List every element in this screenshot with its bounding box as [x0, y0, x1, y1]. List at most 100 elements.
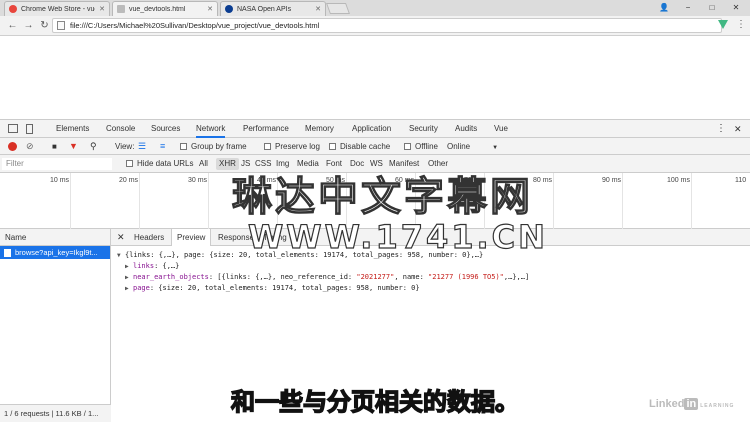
tab-memory[interactable]: Memory	[305, 120, 334, 138]
browser-tab-vue-devtools[interactable]: vue_devtools.html ✕	[112, 1, 218, 16]
checkbox[interactable]	[180, 143, 187, 151]
new-tab-button[interactable]	[325, 3, 351, 14]
brand-learning: LEARNING	[700, 403, 735, 409]
network-toolbar: ⊘ ■ ▼ ⚲ View: ☰ ≡ Group by frame Preserv…	[0, 138, 750, 155]
devtools-tab-bar: Elements Console Sources Network Perform…	[0, 119, 750, 138]
timeline-gridline	[622, 173, 623, 229]
forward-button[interactable]: →	[22, 19, 35, 32]
tab-application[interactable]: Application	[352, 120, 391, 138]
tab-label: vue_devtools.html	[129, 5, 186, 13]
close-icon[interactable]: ✕	[315, 5, 321, 13]
tab-network[interactable]: Network	[196, 120, 226, 138]
expanded-arrow-icon[interactable]: ▼	[117, 250, 125, 261]
tab-performance[interactable]: Performance	[243, 120, 289, 138]
back-button[interactable]: ←	[6, 19, 19, 32]
json-key: page	[133, 284, 150, 292]
json-page-row[interactable]: ▶ page: {size: 20, total_elements: 19174,…	[117, 283, 744, 294]
video-subtitle: 和一些与分页相关的数据。	[230, 387, 519, 416]
collapsed-arrow-icon[interactable]: ▶	[125, 261, 133, 272]
timeline-tick-label: 20 ms	[119, 177, 139, 184]
disable-cache-checkbox[interactable]: Disable cache	[329, 138, 390, 155]
hide-data-urls-checkbox[interactable]: Hide data URLs	[126, 155, 193, 173]
json-neo-row[interactable]: ▶ near_earth_objects: [{links: {,…}, neo_…	[117, 272, 744, 283]
collapsed-arrow-icon[interactable]: ▶	[125, 283, 133, 294]
close-icon[interactable]: ✕	[99, 5, 105, 13]
close-detail-icon[interactable]: ✕	[117, 229, 125, 246]
inspect-element-icon[interactable]	[8, 124, 18, 133]
close-window-button[interactable]: ✕	[724, 0, 748, 14]
tab-elements[interactable]: Elements	[56, 120, 89, 138]
chevron-down-icon: ▼	[492, 145, 499, 151]
offline-checkbox[interactable]: Offline	[404, 138, 438, 155]
json-key: links	[133, 262, 155, 270]
brand-text: Linked	[649, 398, 685, 410]
timeline-tick-label: 90 ms	[602, 177, 622, 184]
tab-sources[interactable]: Sources	[151, 120, 180, 138]
filter-input[interactable]: Filter	[2, 158, 112, 170]
linkedin-learning-logo: Linked in LEARNING	[649, 398, 734, 410]
tab-headers[interactable]: Headers	[134, 229, 164, 246]
tab-audits[interactable]: Audits	[455, 120, 477, 138]
json-links-row[interactable]: ▶ links: {,…}	[117, 261, 744, 272]
timeline-gridline	[553, 173, 554, 229]
browser-menu-icon[interactable]: ⋮	[736, 19, 746, 30]
filter-all[interactable]: All	[199, 155, 208, 173]
maximize-button[interactable]: □	[700, 0, 724, 14]
file-icon	[4, 248, 11, 257]
request-name: browse?api_key=Ikgl9t...	[15, 248, 98, 257]
user-icon[interactable]: 👤	[652, 0, 676, 14]
tab-console[interactable]: Console	[106, 120, 135, 138]
browser-tab-nasa[interactable]: NASA Open APIs ✕	[220, 1, 326, 16]
preserve-log-checkbox[interactable]: Preserve log	[264, 138, 320, 155]
screenshot-icon[interactable]: ■	[52, 138, 57, 155]
page-icon	[117, 5, 125, 13]
throttle-select[interactable]: Online ▼	[447, 138, 498, 155]
tab-security[interactable]: Security	[409, 120, 438, 138]
watermark-chinese: 琳达中文字幕网	[231, 173, 533, 220]
timeline-tick-label: 110	[735, 177, 747, 184]
checkbox[interactable]	[329, 143, 336, 151]
clear-icon[interactable]: ⊘	[26, 138, 34, 155]
json-string: "21277 (1996 TO5)"	[428, 273, 504, 281]
json-key: near_earth_objects	[133, 273, 209, 281]
address-bar-row: ← → ↻ file:///C:/Users/Michael%20Sulliva…	[0, 16, 750, 36]
nasa-icon	[225, 5, 233, 13]
record-icon[interactable]	[8, 142, 17, 151]
checkbox[interactable]	[404, 143, 411, 151]
page-icon	[57, 21, 65, 30]
vue-devtools-extension-icon[interactable]	[718, 20, 728, 29]
view-label: View:	[115, 142, 135, 151]
json-value: : [{links: {,…}, neo_reference_id:	[208, 273, 357, 281]
browser-tab-chrome-web-store[interactable]: Chrome Web Store - vue ✕	[4, 1, 110, 16]
group-by-frame-label: Group by frame	[191, 142, 247, 151]
tab-vue[interactable]: Vue	[494, 120, 508, 138]
timeline-tick-label: 80 ms	[533, 177, 553, 184]
group-by-frame-checkbox[interactable]: Group by frame	[180, 138, 247, 155]
filter-icon[interactable]: ▼	[69, 138, 78, 155]
json-string: "2021277"	[356, 273, 395, 281]
url-text: file:///C:/Users/Michael%20Sullivan/Desk…	[70, 21, 320, 30]
watermark-url: WWW.1741.CN	[247, 217, 548, 256]
minimize-button[interactable]: −	[676, 0, 700, 14]
close-devtools-icon[interactable]: ✕	[734, 120, 742, 138]
tab-label: NASA Open APIs	[237, 5, 292, 13]
request-row[interactable]: browse?api_key=Ikgl9t...	[0, 246, 110, 259]
name-column-header[interactable]: Name	[0, 229, 110, 246]
checkbox[interactable]	[126, 160, 133, 168]
json-value: , name:	[394, 273, 429, 281]
collapsed-arrow-icon[interactable]: ▶	[125, 272, 133, 283]
overview-icon[interactable]: ≡	[160, 138, 165, 155]
search-icon[interactable]: ⚲	[90, 138, 97, 155]
close-icon[interactable]: ✕	[207, 5, 213, 13]
timeline-gridline	[139, 173, 140, 229]
reload-button[interactable]: ↻	[38, 19, 51, 32]
url-input[interactable]: file:///C:/Users/Michael%20Sullivan/Desk…	[52, 18, 722, 33]
tab-preview[interactable]: Preview	[171, 229, 212, 246]
throttle-value: Online	[447, 142, 471, 151]
offline-label: Offline	[415, 142, 438, 151]
browser-tab-strip: Chrome Web Store - vue ✕ vue_devtools.ht…	[0, 0, 750, 16]
large-rows-icon[interactable]: ☰	[138, 138, 146, 155]
checkbox[interactable]	[264, 143, 271, 151]
devtools-menu-icon[interactable]: ⋮	[716, 120, 726, 138]
device-toolbar-icon[interactable]	[26, 124, 33, 134]
